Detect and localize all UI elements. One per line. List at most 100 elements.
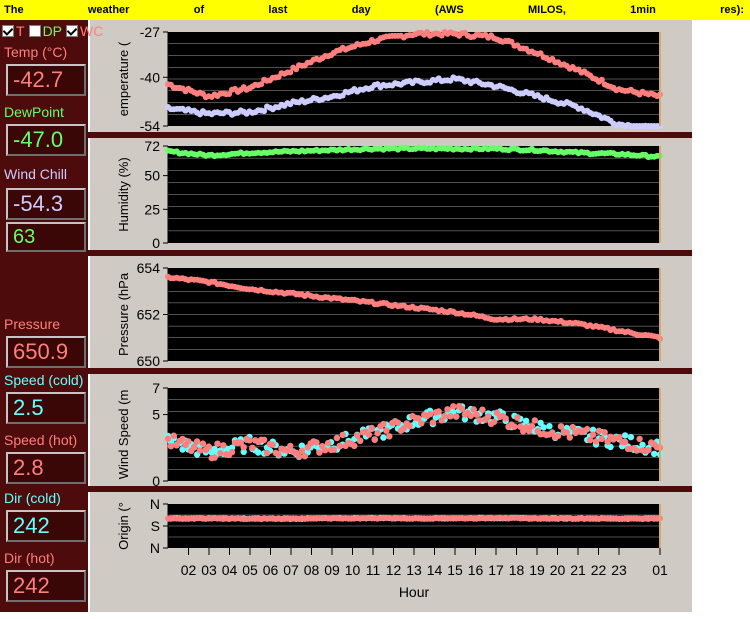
- data-point: [255, 449, 262, 456]
- data-point: [365, 431, 373, 438]
- x-tick-label: 01: [652, 562, 668, 578]
- x-tick-label: 21: [570, 562, 586, 578]
- data-point: [220, 442, 227, 449]
- data-point: [383, 427, 390, 434]
- x-tick-label: 19: [529, 562, 545, 578]
- data-point: [621, 432, 629, 439]
- data-point: [263, 449, 271, 457]
- data-point: [514, 414, 521, 421]
- x-tick-label: 09: [324, 562, 340, 578]
- data-point: [546, 423, 553, 430]
- data-point: [598, 435, 605, 442]
- y-tick-label: 654: [137, 260, 161, 276]
- data-point: [164, 435, 172, 442]
- y-tick-label: 50: [144, 168, 160, 184]
- data-point: [351, 442, 358, 450]
- y-tick-label: 72: [144, 138, 160, 154]
- data-point: [217, 450, 224, 457]
- y-tick-label: 5: [152, 407, 160, 423]
- x-tick-label: 02: [181, 562, 197, 578]
- data-point: [406, 422, 413, 430]
- chart-3: 0 5 7 Wind Speed (m: [116, 380, 664, 489]
- x-tick-label: 20: [550, 562, 566, 578]
- data-point: [211, 454, 218, 461]
- y-axis-title: Humidity (%): [116, 157, 131, 231]
- data-point: [467, 412, 474, 420]
- x-tick-label: 03: [201, 562, 217, 578]
- x-tick-label: 17: [488, 562, 504, 578]
- data-point: [179, 435, 186, 443]
- x-tick-label: 07: [283, 562, 299, 578]
- data-point: [240, 444, 247, 451]
- x-tick-label: 08: [304, 562, 320, 578]
- data-point: [199, 440, 207, 447]
- data-point: [589, 431, 597, 438]
- data-point: [554, 432, 562, 440]
- data-point: [193, 438, 201, 445]
- y-axis-title: Pressure (hPa: [116, 272, 131, 356]
- data-point: [356, 437, 364, 444]
- data-point: [479, 406, 486, 413]
- data-point: [287, 442, 294, 450]
- data-point: [490, 418, 498, 425]
- y-tick-label: 25: [144, 201, 160, 217]
- data-point: [418, 420, 425, 427]
- y-tick-label: 0: [152, 473, 160, 489]
- data-point: [595, 427, 603, 434]
- data-point: [394, 419, 402, 426]
- data-point: [368, 424, 375, 432]
- data-point: [627, 433, 635, 441]
- x-tick-label: 12: [386, 562, 402, 578]
- data-point: [435, 408, 442, 415]
- x-tick-label: 10: [345, 562, 361, 578]
- data-point: [295, 453, 303, 460]
- data-point: [371, 436, 378, 443]
- data-point: [380, 434, 387, 441]
- data-point: [249, 444, 256, 451]
- data-point: [522, 417, 530, 424]
- x-tick-label: 06: [263, 562, 279, 578]
- x-tick-label: 16: [468, 562, 484, 578]
- data-point: [333, 434, 341, 442]
- x-axis-title: Hour: [399, 584, 430, 600]
- data-point: [322, 447, 329, 454]
- data-point: [511, 423, 518, 430]
- y-axis-title: Origin (°: [116, 502, 131, 550]
- data-point: [246, 437, 253, 444]
- data-point: [330, 446, 338, 453]
- x-tick-label: 15: [447, 562, 463, 578]
- x-tick-label: 23: [611, 562, 627, 578]
- x-tick-label: 11: [366, 562, 381, 578]
- data-point: [447, 413, 454, 420]
- chart-1: 0 25 50 72 Humidity (%): [116, 138, 663, 251]
- y-tick-label: -40: [140, 69, 160, 85]
- data-point: [386, 433, 393, 440]
- x-tick-label: 22: [591, 562, 607, 578]
- chart-0: -27 -40 -54 emperature (: [116, 24, 663, 134]
- data-point: [645, 447, 652, 454]
- y-tick-label: 650: [137, 353, 161, 369]
- data-point: [228, 448, 236, 456]
- data-point: [185, 438, 192, 445]
- data-point: [380, 420, 387, 428]
- data-point: [260, 436, 268, 443]
- data-point: [441, 412, 448, 420]
- data-point: [586, 436, 594, 444]
- data-point: [269, 441, 276, 448]
- data-point: [531, 417, 538, 424]
- data-point: [426, 411, 434, 418]
- data-point: [601, 429, 608, 436]
- data-point: [458, 405, 466, 413]
- data-point: [374, 430, 381, 437]
- data-point: [324, 439, 332, 447]
- data-point: [453, 413, 460, 420]
- y-axis-title: emperature (: [116, 41, 131, 116]
- y-tick-label: S: [151, 518, 160, 534]
- data-point: [502, 415, 509, 422]
- data-point: [528, 423, 536, 430]
- data-point: [473, 411, 480, 418]
- data-point: [275, 451, 282, 458]
- data-point: [566, 434, 573, 441]
- x-tick-label: 14: [427, 562, 443, 578]
- data-point: [167, 443, 175, 450]
